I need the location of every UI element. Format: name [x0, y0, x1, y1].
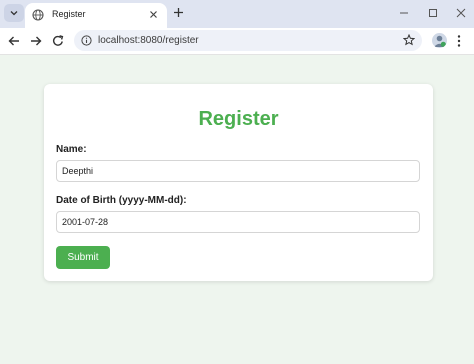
url-text: localhost:8080/register	[98, 35, 199, 46]
info-icon[interactable]	[81, 35, 92, 46]
chevron-down-icon	[10, 11, 18, 16]
address-bar[interactable]: localhost:8080/register	[74, 30, 422, 51]
avatar[interactable]	[432, 33, 447, 48]
star-icon[interactable]	[403, 34, 415, 46]
plus-icon[interactable]	[172, 6, 185, 19]
arrow-left-icon[interactable]	[7, 34, 21, 48]
minimize-icon[interactable]	[398, 7, 410, 19]
tab-strip: Register	[0, 0, 474, 28]
dob-field[interactable]	[56, 211, 420, 233]
maximize-icon[interactable]	[427, 7, 439, 19]
submit-button[interactable]: Submit	[56, 246, 110, 269]
browser-toolbar: localhost:8080/register	[0, 28, 474, 55]
name-label: Name:	[56, 144, 87, 155]
arrow-right-icon[interactable]	[29, 34, 43, 48]
tab-search-button[interactable]	[4, 4, 24, 22]
name-field[interactable]	[56, 160, 420, 182]
kebab-menu-icon[interactable]	[456, 34, 462, 48]
globe-icon	[32, 9, 44, 21]
reload-icon[interactable]	[51, 34, 65, 48]
profile-icon	[434, 35, 446, 47]
register-card: Register Name: Date of Birth (yyyy-MM-dd…	[44, 84, 433, 281]
close-icon[interactable]	[148, 9, 159, 20]
tab-register[interactable]: Register	[25, 3, 167, 28]
dob-label: Date of Birth (yyyy-MM-dd):	[56, 195, 187, 206]
tab-title: Register	[52, 9, 86, 19]
window-close-icon[interactable]	[455, 7, 467, 19]
page-title: Register	[198, 108, 279, 130]
